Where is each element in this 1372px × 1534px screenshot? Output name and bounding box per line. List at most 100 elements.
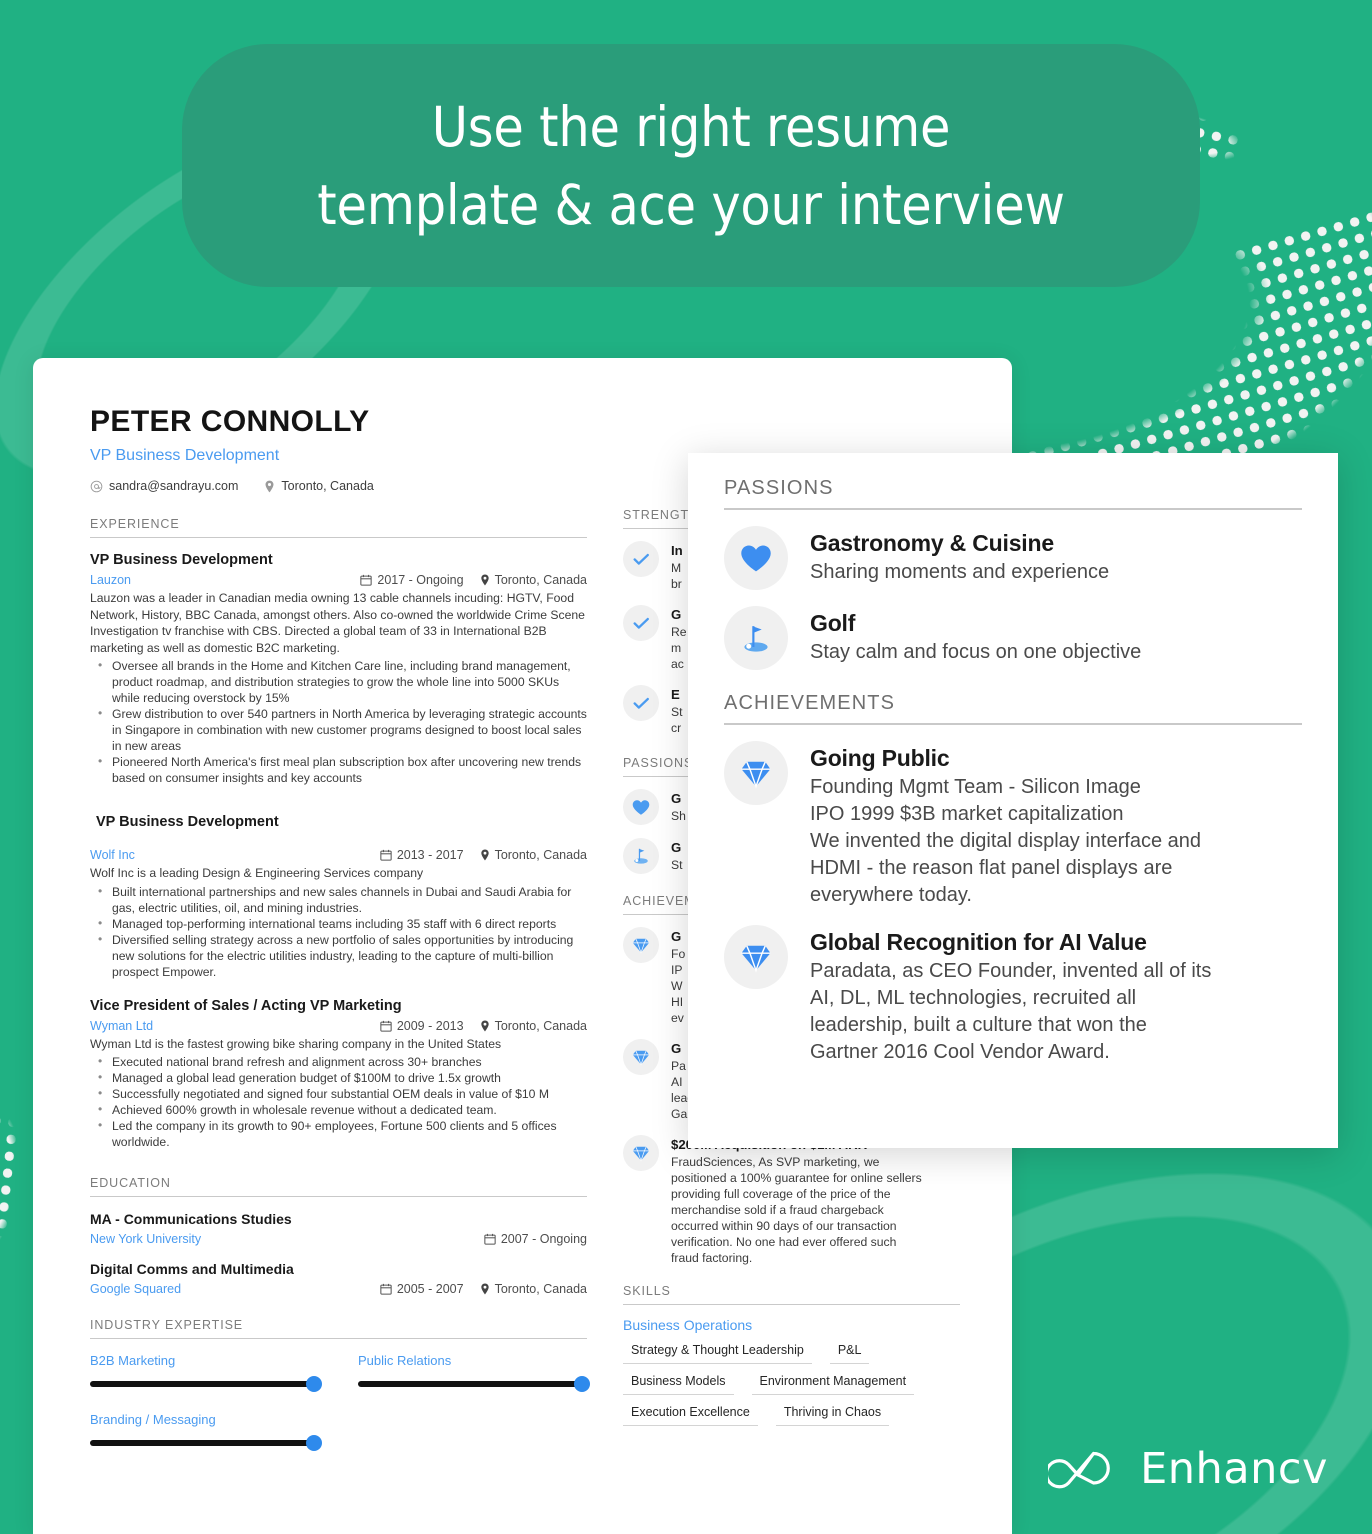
brand-lockup: Enhancv <box>1048 1444 1328 1494</box>
slider-knob[interactable] <box>574 1376 590 1392</box>
job-company: Lauzon <box>90 573 132 587</box>
job-description: Wolf Inc is a leading Design & Engineeri… <box>90 866 424 880</box>
skill-chip: Thriving in Chaos <box>775 1403 890 1426</box>
job-bullet: Pioneered North America's first meal pla… <box>90 753 587 786</box>
contact-location-text: Toronto, Canada <box>281 479 374 493</box>
job-title: Vice President of Sales / Acting VP Mark… <box>90 997 402 1014</box>
job-location: Toronto, Canada <box>480 1019 587 1033</box>
check-icon <box>623 605 659 641</box>
overlay-passion-item: Gastronomy & Cuisine Sharing moments and… <box>724 526 1302 590</box>
skill-group-name: Business Operations <box>623 1317 753 1333</box>
job-location: Toronto, Canada <box>480 848 587 862</box>
job-bullet: Managed top-performing international tea… <box>90 915 587 932</box>
slider-knob[interactable] <box>306 1435 322 1451</box>
calendar-icon <box>380 1020 392 1032</box>
job-meta: Lauzon 2017 - Ongoing Toronto, Canada <box>90 573 587 587</box>
overlay-passion-text: Sharing moments and experience <box>810 561 1110 583</box>
diamond-icon <box>724 741 788 805</box>
overlay-passion-title: Golf <box>810 610 856 636</box>
contact-location: Toronto, Canada <box>264 479 374 493</box>
expertise-item: Branding / Messaging <box>90 1410 322 1451</box>
achievement-item: $200M Acquisition on $1M ARR FraudScienc… <box>623 1135 960 1266</box>
job-bullets: Executed national brand refresh and alig… <box>90 1053 587 1150</box>
education-location: Toronto, Canada <box>480 1282 587 1296</box>
expertise-slider[interactable] <box>358 1376 590 1392</box>
job-date-text: 2013 - 2017 <box>396 848 464 862</box>
job-bullets: Oversee all brands in the Home and Kitch… <box>90 657 587 786</box>
education-meta: Google Squared 2005 - 2007 Toronto, Cana… <box>90 1282 587 1296</box>
calendar-icon <box>380 849 392 861</box>
overlay-achievement-text: Founding Mgmt Team - Silicon Image IPO 1… <box>810 776 1201 906</box>
experience-entry: VP Business Development Lauzon 2017 - On… <box>90 550 587 786</box>
section-title-experience: EXPERIENCE <box>90 517 587 538</box>
candidate-role: VP Business Development <box>90 447 280 464</box>
candidate-name: PETER CONNOLLY <box>90 405 370 438</box>
overlay-achievement-title: Going Public <box>810 745 950 771</box>
diamond-icon <box>623 1039 659 1075</box>
job-bullet: Executed national brand refresh and alig… <box>90 1053 587 1070</box>
skill-chip: P&L <box>829 1341 870 1364</box>
expertise-item: Public Relations <box>358 1351 590 1392</box>
education-date: 2005 - 2007 <box>380 1282 464 1296</box>
diamond-icon <box>724 925 788 989</box>
map-pin-icon <box>480 574 489 586</box>
headline-banner: Use the right resume template & ace your… <box>182 44 1200 287</box>
education-date: 2007 - Ongoing <box>484 1232 587 1246</box>
experience-entry: VP Business Development Wolf Inc 2013 - … <box>90 812 587 980</box>
map-pin-icon <box>265 480 274 492</box>
section-title-industry-expertise: INDUSTRY EXPERTISE <box>90 1318 587 1339</box>
education-degree: MA - Communications Studies <box>90 1211 292 1227</box>
job-bullet: Diversified selling strategy across a ne… <box>90 931 587 980</box>
skill-chip: Business Models <box>623 1372 734 1395</box>
expertise-slider[interactable] <box>90 1376 322 1392</box>
job-bullet: Led the company in its growth to 90+ emp… <box>90 1117 587 1150</box>
map-pin-icon <box>480 1020 489 1031</box>
job-date: 2009 - 2013 <box>380 1019 464 1033</box>
contact-email: sandra@sandrayu.com <box>90 479 238 493</box>
education-school: New York University <box>90 1232 202 1246</box>
education-entry: MA - Communications Studies New York Uni… <box>90 1209 587 1246</box>
contact-row: sandra@sandrayu.com Toronto, Canada <box>90 479 587 493</box>
job-bullet: Grew distribution to over 540 partners i… <box>90 705 587 754</box>
contact-email-text: sandra@sandrayu.com <box>109 479 239 493</box>
zoomed-detail-panel: PASSIONS Gastronomy & Cuisine Sharing mo… <box>688 453 1338 1148</box>
overlay-achievement-item: Global Recognition for AI Value Paradata… <box>724 925 1302 1066</box>
job-location: Toronto, Canada <box>480 573 587 587</box>
expertise-label: Public Relations <box>358 1353 452 1368</box>
job-date-text: 2017 - Ongoing <box>377 573 464 587</box>
skill-chip-list: Strategy & Thought Leadership P&L Busine… <box>623 1341 960 1426</box>
overlay-achievement-text: Paradata, as CEO Founder, invented all o… <box>810 960 1212 1063</box>
job-date-text: 2009 - 2013 <box>396 1018 464 1033</box>
brand-name: Enhancv <box>1140 1444 1328 1494</box>
check-icon <box>623 685 659 721</box>
map-pin-icon <box>480 1283 489 1295</box>
expertise-slider[interactable] <box>90 1435 322 1451</box>
expertise-item: B2B Marketing <box>90 1351 322 1392</box>
job-company: Wolf Inc <box>90 848 135 862</box>
skill-chip: Strategy & Thought Leadership <box>623 1341 812 1364</box>
slider-track <box>90 1440 318 1446</box>
diamond-icon <box>623 1135 659 1171</box>
overlay-passion-title: Gastronomy & Cuisine <box>810 530 1054 556</box>
education-entry: Digital Comms and Multimedia Google Squa… <box>90 1259 587 1296</box>
job-description: Lauzon was a leader in Canadian media ow… <box>90 591 585 655</box>
job-meta: Wyman Ltd 2009 - 2013 Toronto, Canada <box>90 1019 587 1033</box>
overlay-achievement-item: Going Public Founding Mgmt Team - Silico… <box>724 741 1302 909</box>
overlay-passion-item: Golf Stay calm and focus on one objectiv… <box>724 606 1302 670</box>
calendar-icon <box>360 574 373 586</box>
heart-icon <box>623 789 659 825</box>
job-meta: Wolf Inc 2013 - 2017 Toronto, Canada <box>90 848 587 862</box>
at-icon <box>90 480 103 492</box>
enhancv-infinity-logo <box>1048 1451 1110 1489</box>
slider-knob[interactable] <box>306 1376 322 1392</box>
expertise-label: Branding / Messaging <box>90 1412 216 1427</box>
map-pin-icon <box>480 849 489 861</box>
resume-left-column: PETER CONNOLLY VP Business Development s… <box>90 404 590 1451</box>
heart-icon <box>724 526 788 590</box>
headline-line-2: template & ace your interview <box>317 172 1065 237</box>
job-description: Wyman Ltd is the fastest growing bike sh… <box>90 1036 502 1051</box>
job-location-text: Toronto, Canada <box>494 848 587 862</box>
achievement-text: FraudSciences, As SVP marketing, we posi… <box>671 1155 922 1265</box>
overlay-section-title-achievements: ACHIEVEMENTS <box>724 692 1302 725</box>
diamond-icon <box>623 927 659 963</box>
